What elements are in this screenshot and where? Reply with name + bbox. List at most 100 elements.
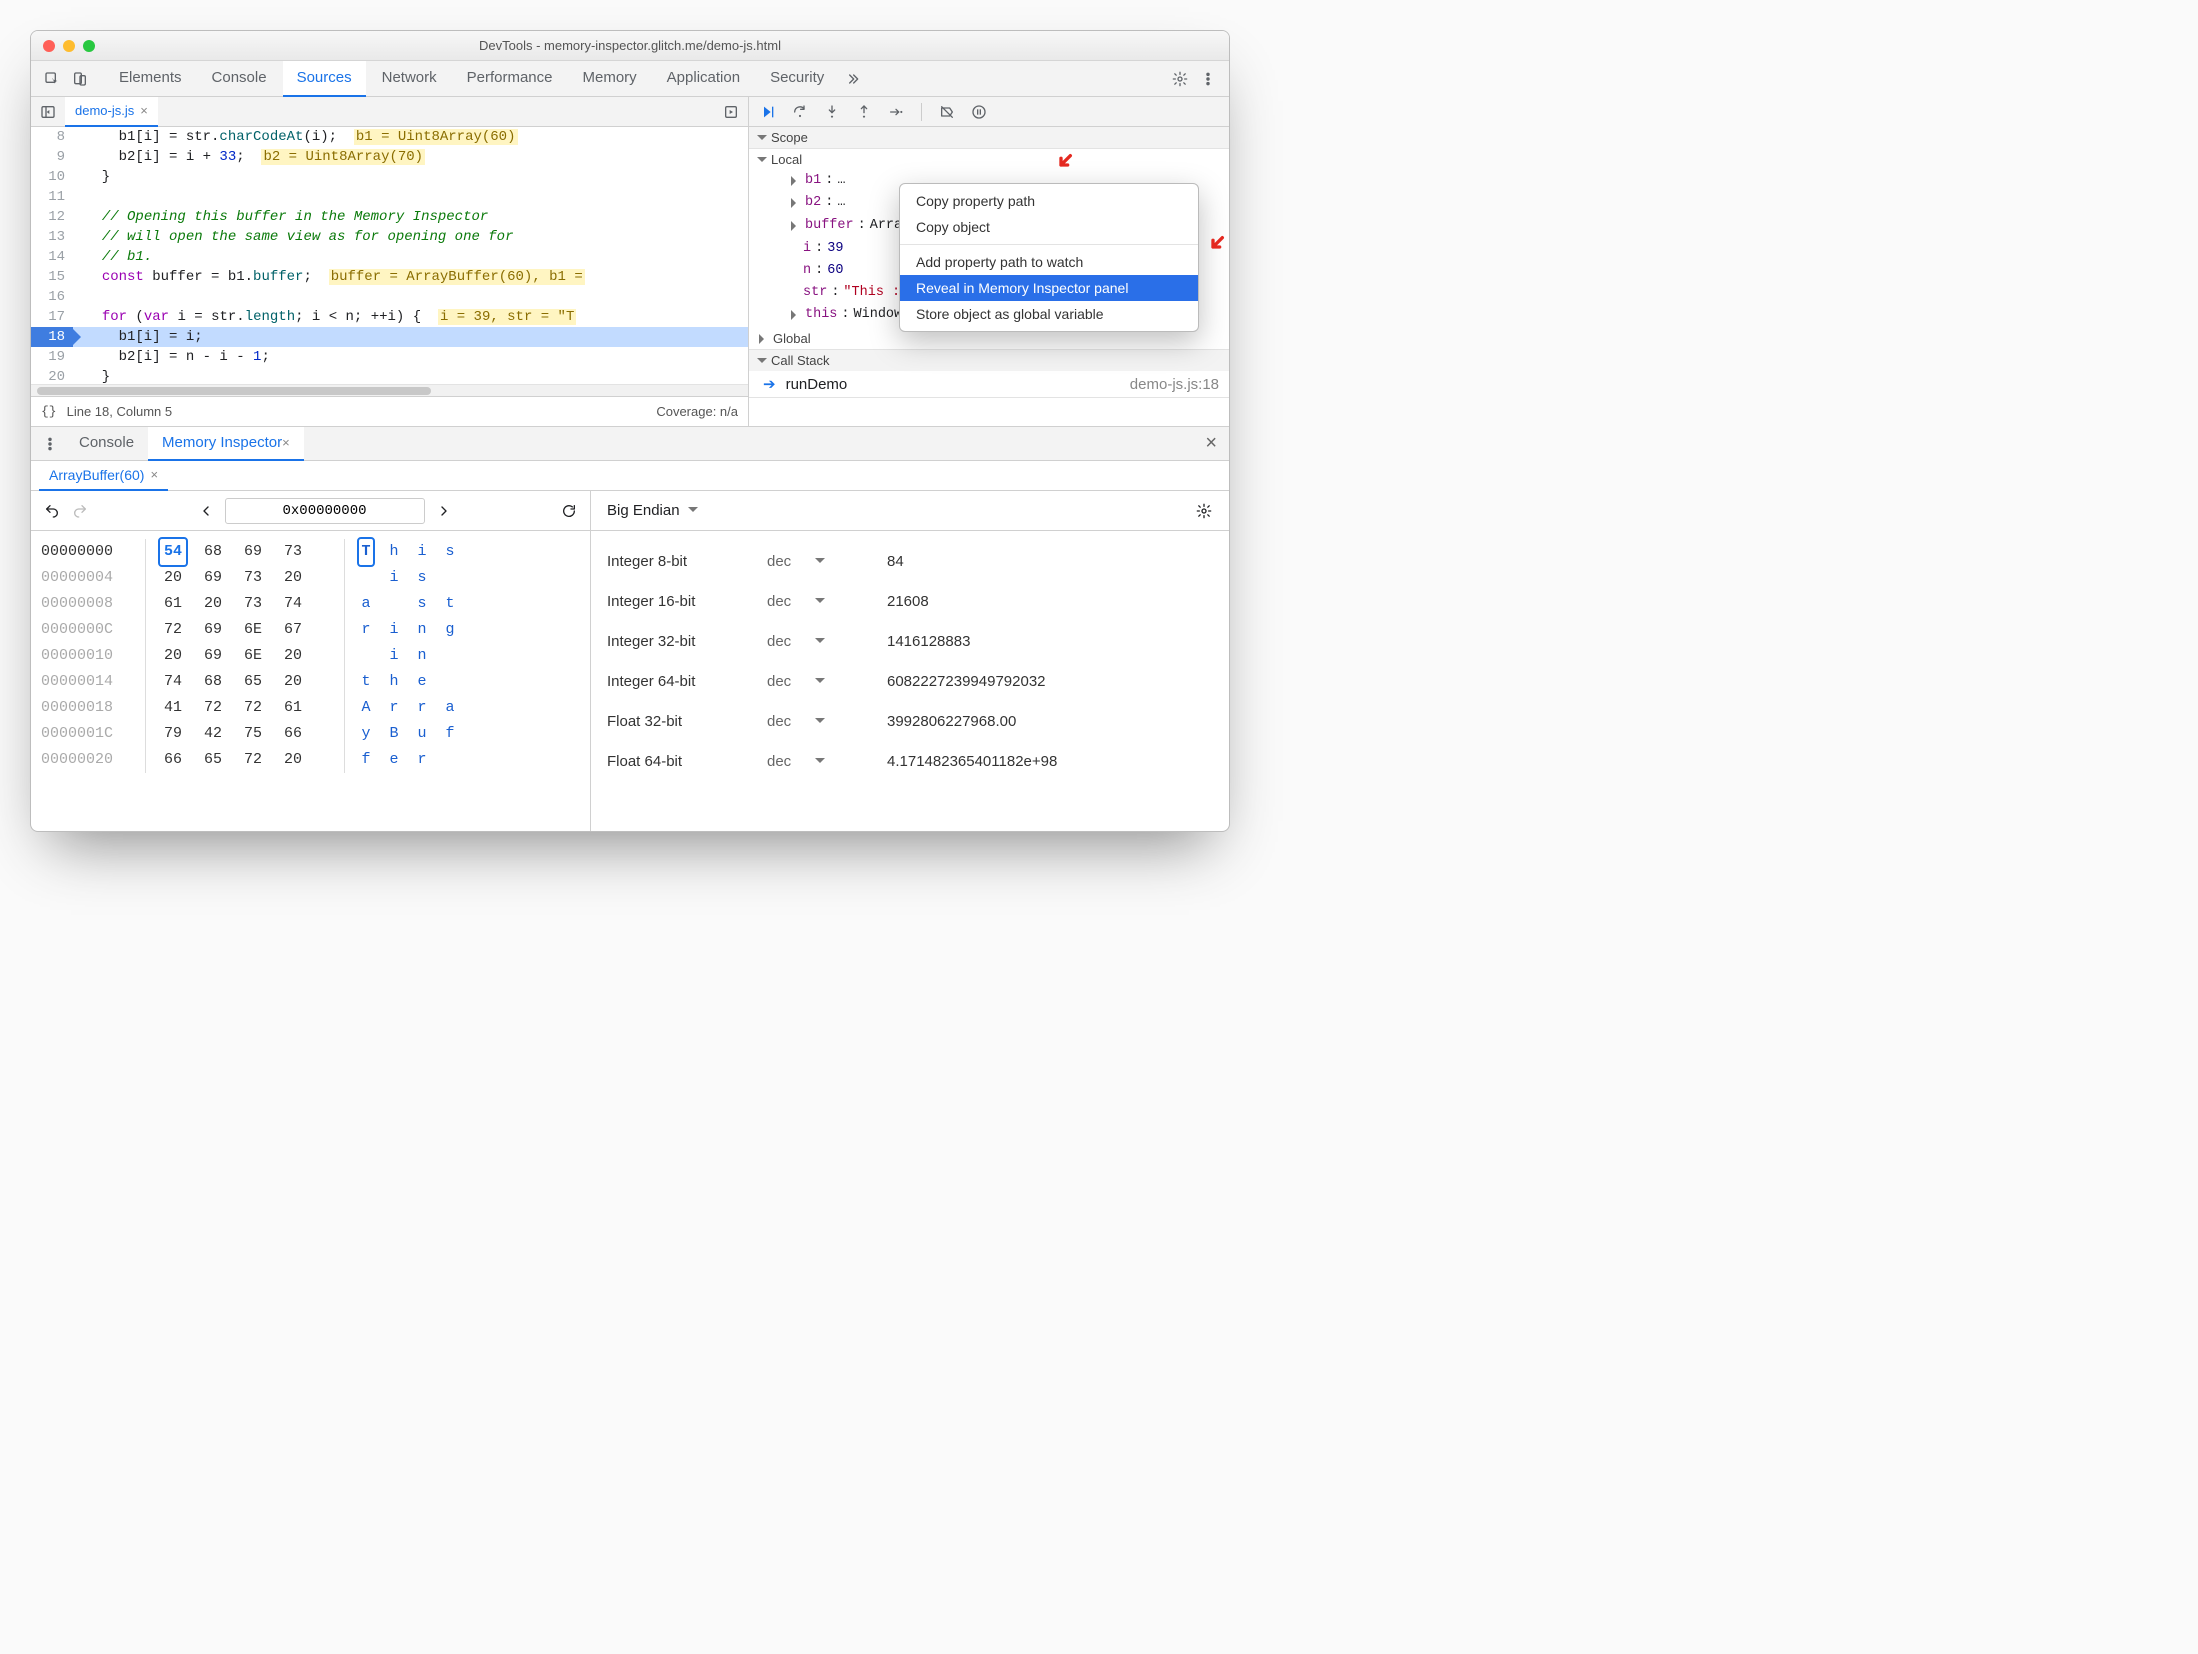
zoom-window-icon[interactable] [83, 40, 95, 52]
tab-security[interactable]: Security [756, 61, 838, 97]
scope-section-header[interactable]: Scope [749, 127, 1229, 148]
context-menu-item[interactable]: Copy object [900, 214, 1198, 240]
debugger-toolbar [749, 97, 1229, 127]
refresh-icon[interactable] [560, 502, 578, 520]
code-line[interactable]: 11 [31, 187, 748, 207]
hex-row[interactable]: 0000000420697320 is [41, 565, 580, 591]
code-line[interactable]: 8 b1[i] = str.charCodeAt(i); b1 = Uint8A… [31, 127, 748, 147]
code-line[interactable]: 13 // will open the same view as for ope… [31, 227, 748, 247]
code-line[interactable]: 14 // b1. [31, 247, 748, 267]
tab-application[interactable]: Application [653, 61, 754, 97]
prev-page-icon[interactable] [197, 502, 215, 520]
format-select[interactable]: dec [767, 633, 887, 650]
context-menu: Copy property pathCopy object Add propert… [899, 183, 1199, 332]
redo-icon [71, 502, 89, 520]
kebab-menu-icon[interactable] [1195, 66, 1221, 92]
hex-row[interactable]: 0000000861207374a st [41, 591, 580, 617]
drawer-kebab-icon[interactable] [37, 431, 63, 457]
endianness-select[interactable]: Big Endian [607, 502, 698, 519]
hex-row[interactable]: 0000000C72696E67ring [41, 617, 580, 643]
more-tabs-icon[interactable] [840, 66, 866, 92]
hex-row[interactable]: 0000002066657220fer [41, 747, 580, 773]
context-menu-item[interactable]: Store object as global variable [900, 301, 1198, 327]
format-select[interactable]: dec [767, 753, 887, 770]
deactivate-breakpoints-icon[interactable] [938, 103, 956, 121]
code-line[interactable]: 19 b2[i] = n - i - 1; [31, 347, 748, 367]
drawer-tab-memory-inspector[interactable]: Memory Inspector × [148, 427, 304, 461]
hex-row[interactable]: 0000000054686973This [41, 539, 580, 565]
close-window-icon[interactable] [43, 40, 55, 52]
interpreter-row: Integer 8-bitdec84 [607, 541, 1213, 581]
format-select[interactable]: dec [767, 713, 887, 730]
value-interpreter-header: Big Endian [591, 491, 1229, 531]
settings-gear-icon[interactable] [1167, 66, 1193, 92]
tab-elements[interactable]: Elements [105, 61, 196, 97]
callstack-loc: demo-js.js:18 [1130, 376, 1219, 393]
value-settings-gear-icon[interactable] [1195, 502, 1213, 520]
format-select[interactable]: dec [767, 673, 887, 690]
devtools-window: DevTools - memory-inspector.glitch.me/de… [30, 30, 1230, 832]
next-page-icon[interactable] [435, 502, 453, 520]
step-over-icon[interactable] [791, 103, 809, 121]
drawer-close-icon[interactable]: × [1205, 432, 1217, 455]
hex-row[interactable]: 0000001020696E20 in [41, 643, 580, 669]
callstack-section-header[interactable]: Call Stack [749, 350, 1229, 371]
hex-row[interactable]: 0000001C79427566yBuf [41, 721, 580, 747]
cursor-position: Line 18, Column 5 [67, 404, 173, 419]
format-select[interactable]: dec [767, 553, 887, 570]
editor-scrollbar[interactable] [31, 384, 748, 396]
code-editor[interactable]: 8 b1[i] = str.charCodeAt(i); b1 = Uint8A… [31, 127, 748, 384]
titlebar: DevTools - memory-inspector.glitch.me/de… [31, 31, 1229, 61]
step-into-icon[interactable] [823, 103, 841, 121]
hex-row[interactable]: 0000001841727261Arra [41, 695, 580, 721]
format-select[interactable]: dec [767, 593, 887, 610]
minimize-window-icon[interactable] [63, 40, 75, 52]
address-input[interactable] [225, 498, 425, 524]
hex-row[interactable]: 0000001474686520the [41, 669, 580, 695]
tab-network[interactable]: Network [368, 61, 451, 97]
tab-console[interactable]: Console [198, 61, 281, 97]
close-tab-icon[interactable]: × [150, 467, 158, 482]
code-line[interactable]: 15 const buffer = b1.buffer; buffer = Ar… [31, 267, 748, 287]
code-line[interactable]: 17 for (var i = str.length; i < n; ++i) … [31, 307, 748, 327]
navigator-toggle-icon[interactable] [35, 99, 61, 125]
tab-sources[interactable]: Sources [283, 61, 366, 97]
resume-icon[interactable] [759, 103, 777, 121]
context-menu-item[interactable]: Reveal in Memory Inspector panel [900, 275, 1198, 301]
drawer-tabbar: ConsoleMemory Inspector × × [31, 427, 1229, 461]
scope-local-header[interactable]: Local [749, 149, 1229, 170]
hex-viewer[interactable]: 0000000054686973This0000000420697320 is … [31, 531, 590, 831]
context-menu-item[interactable]: Copy property path [900, 188, 1198, 214]
editor-statusbar: {} Line 18, Column 5 Coverage: n/a [31, 396, 748, 426]
context-menu-item[interactable]: Add property path to watch [900, 249, 1198, 275]
code-line[interactable]: 20 } [31, 367, 748, 384]
step-icon[interactable] [887, 103, 905, 121]
braces-icon[interactable]: {} [41, 404, 57, 419]
tab-memory[interactable]: Memory [569, 61, 651, 97]
close-tab-icon[interactable]: × [140, 103, 148, 118]
memory-inspector-body: 0000000054686973This0000000420697320 is … [31, 491, 1229, 831]
inspect-icon[interactable] [39, 66, 65, 92]
code-line[interactable]: 10 } [31, 167, 748, 187]
coverage-status: Coverage: n/a [656, 404, 738, 419]
code-line[interactable]: 16 [31, 287, 748, 307]
pause-on-exceptions-icon[interactable] [970, 103, 988, 121]
tab-performance[interactable]: Performance [453, 61, 567, 97]
interpreter-row: Float 64-bitdec4.171482365401182e+98 [607, 741, 1213, 781]
run-snippet-icon[interactable] [718, 99, 744, 125]
close-tab-icon[interactable]: × [282, 435, 290, 450]
callstack-fn[interactable]: runDemo [786, 376, 848, 393]
step-out-icon[interactable] [855, 103, 873, 121]
device-icon[interactable] [67, 66, 93, 92]
memory-buffer-tab[interactable]: ArrayBuffer(60) × [39, 461, 168, 491]
code-line[interactable]: 18 b1[i] = i; [31, 327, 748, 347]
annotation-arrow-icon [1057, 153, 1073, 169]
undo-icon[interactable] [43, 502, 61, 520]
annotation-arrow-icon [1209, 235, 1225, 251]
window-title: DevTools - memory-inspector.glitch.me/de… [31, 38, 1229, 53]
drawer-tab-console[interactable]: Console [65, 427, 148, 461]
code-line[interactable]: 12 // Opening this buffer in the Memory … [31, 207, 748, 227]
file-tab[interactable]: demo-js.js × [65, 97, 158, 127]
window-controls [31, 40, 95, 52]
code-line[interactable]: 9 b2[i] = i + 33; b2 = Uint8Array(70) [31, 147, 748, 167]
